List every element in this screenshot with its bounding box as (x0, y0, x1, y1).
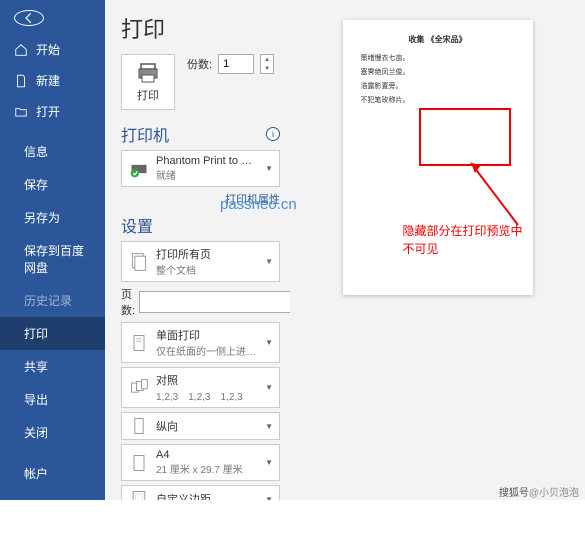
printer-status: 就绪 (156, 167, 259, 182)
printer-name: Phantom Print to Evern… (156, 155, 259, 167)
nav-saveas[interactable]: 另存为 (0, 201, 105, 234)
new-doc-icon (14, 74, 28, 88)
chevron-down-icon: ▼ (265, 422, 273, 431)
collate-icon (128, 377, 150, 399)
portrait-icon (128, 415, 150, 437)
nav-home-label: 开始 (36, 41, 60, 58)
scope-dropdown[interactable]: 打印所有页 整个文档 ▼ (121, 241, 280, 282)
chevron-down-icon: ▼ (265, 164, 273, 173)
orientation-dropdown[interactable]: 纵向 ▼ (121, 412, 280, 440)
printer-section-title: 打印机 (121, 122, 169, 146)
print-settings-panel: 打印 打印 份数: ▲▼ 打印机 i Phantom Print to Ever… (105, 0, 290, 500)
nav-account[interactable]: 帐户 (0, 457, 105, 490)
copies-input[interactable] (218, 54, 254, 74)
nav-print[interactable]: 打印 (0, 317, 105, 350)
print-preview: 收集 《全宋品》 策绪慢衣七亩。 塞霁绝凤兰俊。 浩露影置旁。 不犯笔玫称片。 … (290, 0, 585, 500)
nav-baidu[interactable]: 保存到百度网盘 (0, 234, 105, 284)
copies-spinner[interactable]: ▲▼ (260, 54, 274, 74)
copies-control: 份数: ▲▼ (187, 54, 274, 74)
copies-label: 份数: (187, 56, 212, 72)
settings-section-title: 设置 (121, 213, 153, 237)
main-area: 打印 打印 份数: ▲▼ 打印机 i Phantom Print to Ever… (105, 0, 585, 500)
nav-close[interactable]: 关闭 (0, 416, 105, 449)
pages-label: 页数: (121, 286, 135, 318)
nav-share[interactable]: 共享 (0, 350, 105, 383)
page-title: 打印 (121, 12, 280, 44)
nav-history[interactable]: 历史记录 (0, 284, 105, 317)
printer-properties-link[interactable]: 打印机属性 (225, 194, 280, 206)
printer-icon (136, 61, 160, 85)
single-side-icon (128, 332, 150, 354)
open-folder-icon (14, 105, 28, 119)
backstage-sidebar: 开始 新建 打开 信息 保存 另存为 保存到百度网盘 历史记录 打印 共享 导出… (0, 0, 105, 500)
home-icon (14, 43, 28, 57)
nav-save[interactable]: 保存 (0, 168, 105, 201)
chevron-down-icon: ▼ (265, 495, 273, 501)
page-icon (128, 452, 150, 474)
nav-info[interactable]: 信息 (0, 135, 105, 168)
nav-options[interactable]: 选项 (0, 523, 105, 556)
chevron-down-icon: ▼ (265, 383, 273, 392)
pages-icon (128, 251, 150, 273)
chevron-down-icon: ▼ (265, 338, 273, 347)
margins-dropdown[interactable]: 自定义边距 ▼ (121, 485, 280, 500)
nav-new-label: 新建 (36, 72, 60, 89)
preview-page: 收集 《全宋品》 策绪慢衣七亩。 塞霁绝凤兰俊。 浩露影置旁。 不犯笔玫称片。 … (343, 20, 533, 295)
preview-doc-title: 收集 《全宋品》 (361, 34, 515, 45)
print-button[interactable]: 打印 (121, 54, 175, 110)
nav-open-label: 打开 (36, 103, 60, 120)
nav-home[interactable]: 开始 (0, 34, 105, 65)
chevron-down-icon: ▼ (265, 458, 273, 467)
nav-open[interactable]: 打开 (0, 96, 105, 127)
print-button-label: 打印 (137, 87, 159, 103)
margins-icon (128, 488, 150, 500)
pages-input[interactable] (139, 291, 290, 313)
printer-info-icon[interactable]: i (266, 127, 280, 141)
paper-dropdown[interactable]: A4 21 厘米 x 29.7 厘米 ▼ (121, 444, 280, 481)
back-button[interactable] (14, 10, 44, 26)
back-arrow-icon (22, 11, 36, 25)
source-credit: 搜狐号@小贝泡泡 (499, 484, 579, 499)
chevron-down-icon: ▼ (265, 257, 273, 266)
annotation-box (419, 108, 511, 166)
sides-dropdown[interactable]: 单面打印 仅在纸面的一侧上进行打印 ▼ (121, 322, 280, 363)
collate-dropdown[interactable]: 对照 1,2,3 1,2,3 1,2,3 ▼ (121, 367, 280, 408)
printer-dropdown[interactable]: Phantom Print to Evern… 就绪 ▼ (121, 150, 280, 187)
printer-status-icon (128, 158, 150, 180)
nav-feedback[interactable]: 反馈 (0, 490, 105, 523)
nav-export[interactable]: 导出 (0, 383, 105, 416)
annotation-text: 隐藏部分在打印预览中 不可见 (403, 222, 523, 258)
nav-new[interactable]: 新建 (0, 65, 105, 96)
